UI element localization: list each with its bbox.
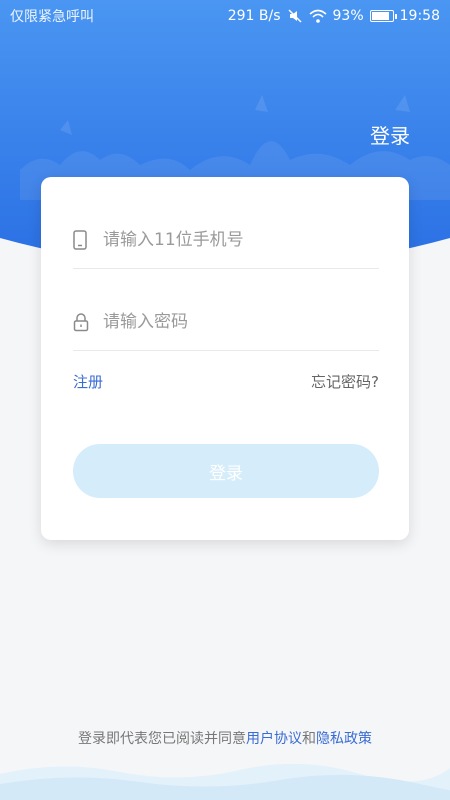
net-speed: 291 B/s bbox=[227, 8, 281, 24]
register-link[interactable]: 注册 bbox=[73, 371, 103, 392]
battery-icon bbox=[369, 10, 397, 22]
wifi-icon bbox=[308, 9, 327, 23]
lock-icon bbox=[73, 311, 93, 333]
agreement-prefix: 登录即代表您已阅读并同意 bbox=[78, 731, 246, 747]
form-links: 注册 忘记密码? bbox=[73, 371, 379, 392]
login-card: 注册 忘记密码? 登录 bbox=[41, 177, 409, 540]
user-agreement-link[interactable]: 用户协议 bbox=[246, 731, 302, 747]
battery-percent: 93% bbox=[332, 8, 364, 24]
clock: 19:58 bbox=[399, 8, 440, 24]
footer-waves bbox=[0, 763, 450, 800]
page-title: 登录 bbox=[370, 124, 410, 148]
status-bar: 仅限紧急呼叫 291 B/s 93% 19:58 bbox=[0, 0, 450, 32]
phone-input[interactable] bbox=[103, 229, 379, 250]
status-icons: 291 B/s 93% 19:58 bbox=[228, 8, 440, 24]
login-button[interactable]: 登录 bbox=[73, 444, 379, 498]
phone-icon bbox=[73, 229, 93, 251]
privacy-policy-link[interactable]: 隐私政策 bbox=[316, 731, 372, 747]
password-input[interactable] bbox=[103, 311, 379, 332]
password-field bbox=[73, 293, 379, 351]
phone-field bbox=[73, 211, 379, 269]
carrier-text: 仅限紧急呼叫 bbox=[10, 9, 94, 25]
agreement-and: 和 bbox=[302, 731, 316, 747]
mute-icon bbox=[287, 9, 302, 23]
agreement-text: 登录即代表您已阅读并同意用户协议和隐私政策 bbox=[0, 728, 450, 748]
forgot-password-link[interactable]: 忘记密码? bbox=[311, 371, 379, 392]
